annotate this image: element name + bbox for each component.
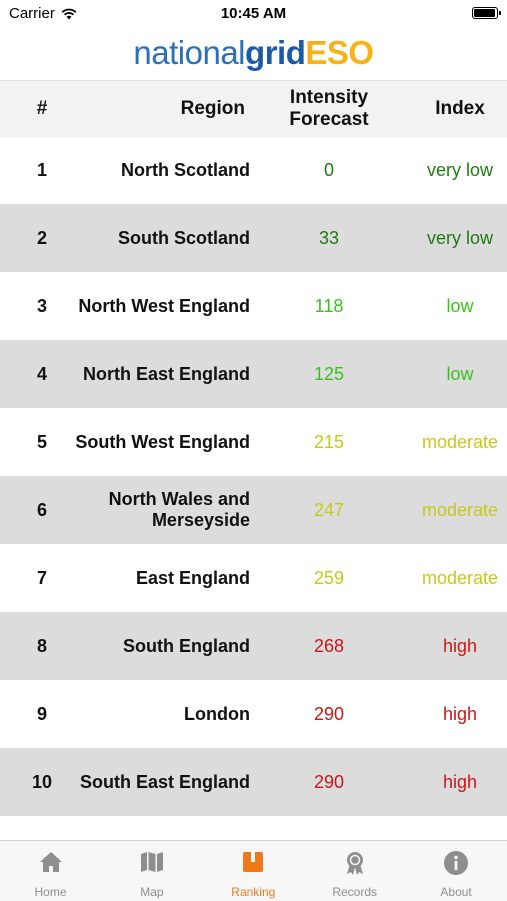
row-index: moderate <box>421 431 499 452</box>
logo-part-national: national <box>133 34 246 71</box>
tab-map[interactable]: Map <box>101 841 202 901</box>
tab-label: About <box>440 885 472 899</box>
table-row[interactable]: 4 North East England 125 low <box>0 340 507 408</box>
row-index: low <box>446 295 474 316</box>
table-row[interactable]: 6 North Wales and Merseyside 247 moderate <box>0 476 507 544</box>
row-rank: 5 <box>36 431 47 452</box>
row-region: South East England <box>79 771 250 792</box>
tab-records[interactable]: Records <box>304 841 405 901</box>
row-intensity: 290 <box>313 771 345 792</box>
row-index: high <box>442 635 478 656</box>
row-rank: 6 <box>36 499 47 520</box>
row-intensity: 33 <box>318 227 340 248</box>
header-intensity-line1: Intensity <box>289 87 369 108</box>
row-region: London <box>184 703 250 724</box>
table-header: # Region Intensity Forecast Index <box>0 80 507 137</box>
award-ribbon-icon <box>304 850 405 876</box>
row-rank: 10 <box>31 771 53 792</box>
status-bar: Carrier 10:45 AM <box>0 0 507 28</box>
ranking-table: 1 North Scotland 0 very low 2 South Scotland 3… <box>0 136 507 816</box>
row-rank: 3 <box>36 295 47 316</box>
tab-label: Records <box>332 885 378 899</box>
header-intensity: Intensity Forecast <box>269 81 389 137</box>
row-region: North West England <box>78 295 250 316</box>
header-intensity-line2: Forecast <box>289 109 369 130</box>
row-region: South Scotland <box>118 227 250 248</box>
row-rank: 1 <box>36 159 47 180</box>
row-intensity: 247 <box>313 499 345 520</box>
map-icon <box>101 850 202 874</box>
row-region: North Wales and Merseyside <box>108 489 250 530</box>
row-intensity: 290 <box>313 703 345 724</box>
tab-ranking[interactable]: Ranking <box>203 841 304 901</box>
app-logo: nationalgridESO <box>0 30 507 76</box>
home-icon <box>0 850 101 874</box>
tab-home[interactable]: Home <box>0 841 101 901</box>
row-intensity: 259 <box>313 567 345 588</box>
row-intensity: 268 <box>313 635 345 656</box>
row-intensity: 118 <box>314 295 344 316</box>
row-intensity: 125 <box>313 363 345 384</box>
header-region: Region <box>180 98 245 119</box>
logo-part-eso: ESO <box>305 34 374 71</box>
info-icon <box>406 850 507 876</box>
row-rank: 7 <box>36 567 47 588</box>
tab-label: Map <box>140 885 164 899</box>
logo-part-grid: grid <box>245 34 306 71</box>
row-region: East England <box>135 567 250 588</box>
row-index: low <box>446 363 474 384</box>
ranking-book-icon <box>203 850 304 874</box>
table-row[interactable]: 1 North Scotland 0 very low <box>0 136 507 204</box>
row-rank: 8 <box>36 635 47 656</box>
tab-label: Ranking <box>231 885 276 899</box>
row-rank: 4 <box>36 363 47 384</box>
row-index: very low <box>426 159 493 180</box>
table-row[interactable]: 7 East England 259 moderate <box>0 544 507 612</box>
row-index: high <box>442 771 478 792</box>
status-time: 10:45 AM <box>220 5 287 22</box>
row-rank: 2 <box>36 227 47 248</box>
table-row[interactable]: 9 London 290 high <box>0 680 507 748</box>
row-intensity: 215 <box>313 431 345 452</box>
row-region: North Scotland <box>121 159 250 180</box>
tab-bar: Home Map Ranking Records About <box>0 840 507 901</box>
row-region: South West England <box>75 431 250 452</box>
row-region: North East England <box>82 363 250 384</box>
row-rank: 9 <box>36 703 47 724</box>
row-index: moderate <box>421 567 499 588</box>
battery-icon <box>472 7 501 19</box>
table-row[interactable]: 2 South Scotland 33 very low <box>0 204 507 272</box>
row-index: moderate <box>421 499 499 520</box>
table-row[interactable]: 3 North West England 118 low <box>0 272 507 340</box>
battery-fill <box>474 9 495 17</box>
tab-label: Home <box>34 885 67 899</box>
header-index: Index <box>435 98 485 119</box>
table-row[interactable]: 8 South England 268 high <box>0 612 507 680</box>
table-row[interactable]: 5 South West England 215 moderate <box>0 408 507 476</box>
row-intensity: 0 <box>323 159 334 180</box>
row-region: South England <box>123 635 250 656</box>
tab-about[interactable]: About <box>406 841 507 901</box>
row-index: very low <box>426 227 493 248</box>
table-row[interactable]: 10 South East England 290 high <box>0 748 507 816</box>
row-index: high <box>442 703 478 724</box>
